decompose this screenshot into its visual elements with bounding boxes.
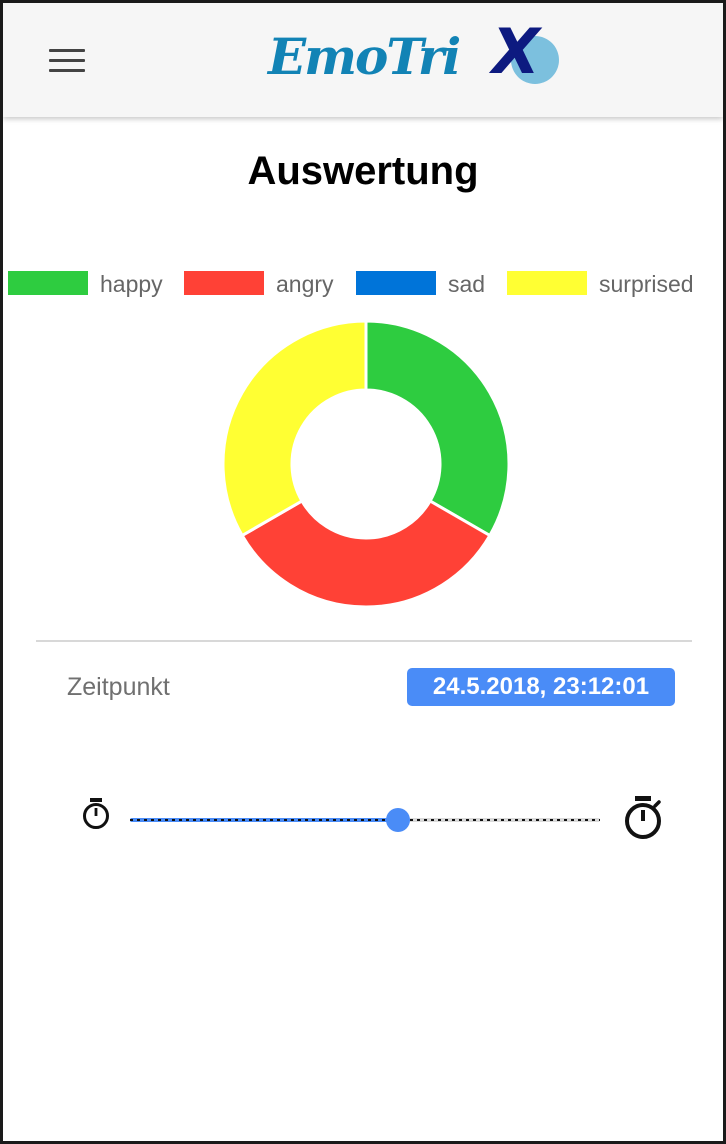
emotion-doughnut-chart	[221, 319, 511, 609]
chart-slice-surprised[interactable]	[221, 319, 368, 538]
chart-slice-angry[interactable]	[240, 498, 492, 609]
legend-label-surprised: surprised	[599, 271, 694, 297]
legend-swatch-angry	[184, 271, 264, 295]
stopwatch-large-icon[interactable]	[623, 795, 663, 841]
timestamp-badge: 24.5.2018, 23:12:01	[407, 668, 675, 706]
time-slider-thumb[interactable]	[385, 808, 410, 832]
time-slider-track[interactable]	[130, 808, 600, 832]
time-slider-control	[73, 783, 673, 853]
legend-label-happy: happy	[100, 271, 163, 297]
divider	[36, 640, 692, 642]
logo-x: X	[492, 15, 540, 88]
legend-label-sad: sad	[448, 271, 486, 297]
legend-label-angry: angry	[276, 271, 334, 297]
legend-swatch-surprised	[507, 271, 587, 295]
chart-slice-happy[interactable]	[364, 319, 511, 538]
legend-swatch-happy	[8, 271, 88, 295]
emotrix-logo: EmoTri X	[268, 15, 568, 99]
app-frame: EmoTri X Auswertung happy angry sad surp…	[0, 0, 726, 1144]
legend-swatch-sad	[356, 271, 436, 295]
page-title: Auswertung	[247, 149, 479, 193]
slider-track-dots	[130, 819, 600, 821]
chart-legend: happy angry sad surprised	[3, 271, 723, 301]
stopwatch-small-icon[interactable]	[82, 797, 110, 831]
logo-text: EmoTri	[268, 27, 461, 86]
top-app-bar: EmoTri X	[3, 3, 723, 117]
hamburger-menu-icon[interactable]	[47, 45, 87, 79]
timestamp-label: Zeitpunkt	[67, 673, 170, 701]
